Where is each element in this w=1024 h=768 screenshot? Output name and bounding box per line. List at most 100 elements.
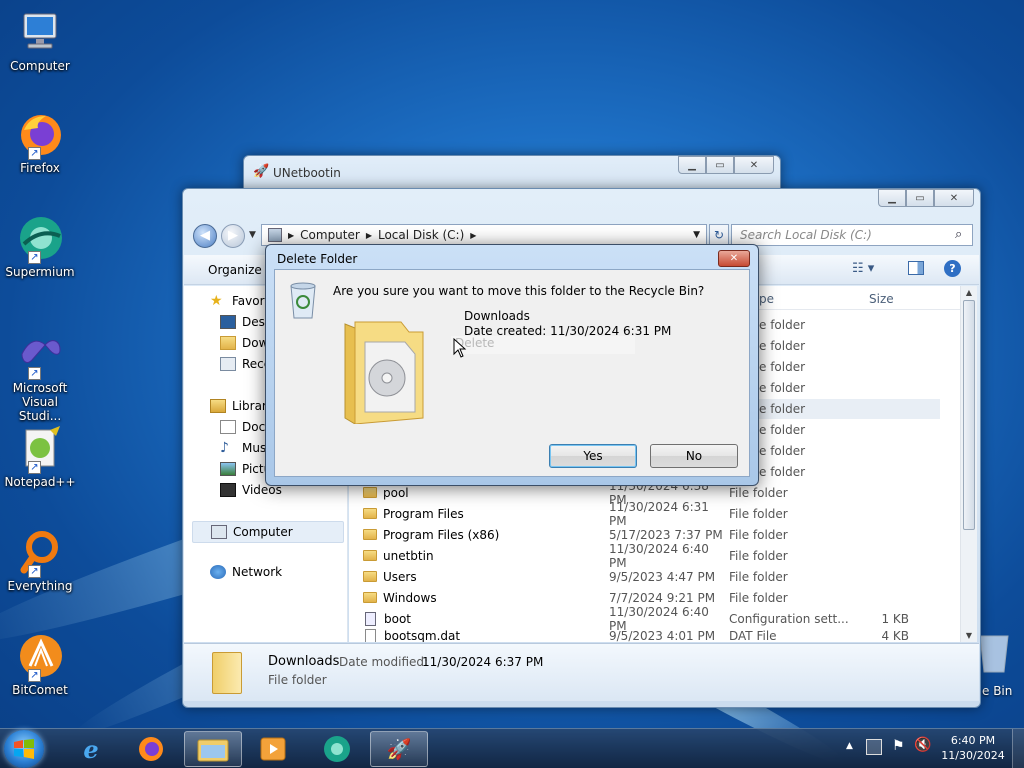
file-name: unetbtin (383, 548, 434, 563)
nav-label: Rece (242, 357, 266, 371)
table-row[interactable]: Users 9/5/2023 4:47 PM File folder (363, 566, 947, 587)
nav-favorites[interactable]: ★ Favori (210, 294, 270, 308)
desktop-icon-everything[interactable]: ↗ Everything (2, 528, 78, 593)
shortcut-arrow-icon: ↗ (28, 147, 41, 160)
row-type-fragment: e folder (759, 339, 806, 353)
file-date: 9/5/2023 4:47 PM (609, 569, 716, 584)
scroll-down-arrow-icon[interactable]: ▼ (961, 631, 977, 640)
maximize-button[interactable]: ▭ (906, 189, 934, 207)
table-row[interactable]: boot 11/30/2024 6:40 PM Configuration sett… (363, 605, 947, 633)
desktop-icon-supermium[interactable]: ↗ Supermium (2, 214, 78, 279)
nav-pictures[interactable]: Pictu (220, 462, 266, 476)
breadcrumb-computer[interactable]: Computer (300, 228, 360, 242)
no-button[interactable]: No (650, 444, 738, 468)
table-row[interactable]: bootsqm.dat 9/5/2023 4:01 PM DAT File 4 KB (363, 629, 947, 642)
forward-button[interactable]: ▶ (221, 224, 245, 248)
icon-label: Supermium (5, 265, 75, 279)
maximize-button[interactable]: ▭ (706, 156, 734, 174)
address-dropdown-icon[interactable]: ▼ (693, 230, 700, 240)
vertical-scrollbar[interactable]: ▲ ▼ (960, 286, 977, 642)
breadcrumb-separator-icon: ▶ (365, 230, 372, 240)
file-name: boot (384, 611, 412, 626)
nav-desktop[interactable]: Desk (220, 315, 266, 329)
recent-pages-dropdown[interactable]: ▼ (249, 230, 256, 240)
show-hidden-icons-button[interactable]: ▲ (846, 741, 853, 751)
file-date: 9/5/2023 4:01 PM (609, 629, 716, 642)
table-row[interactable]: Program Files 11/30/2024 6:31 PM File fold… (363, 500, 947, 528)
taskbar-firefox[interactable] (122, 731, 180, 767)
media-player-icon (260, 737, 286, 761)
documents-icon (220, 420, 236, 434)
supermium-icon (324, 736, 350, 762)
nav-music[interactable]: ♪ Mus (220, 441, 266, 455)
icon-label: BitComet (12, 683, 68, 697)
nav-recent[interactable]: Rece (220, 357, 266, 371)
breadcrumb-local-disk[interactable]: Local Disk (C:) (378, 228, 464, 242)
shortcut-arrow-icon: ↗ (28, 565, 41, 578)
scroll-thumb[interactable] (963, 300, 975, 530)
file-type: DAT File (729, 629, 777, 642)
yes-button[interactable]: Yes (549, 444, 637, 468)
nav-downloads[interactable]: Dow (220, 336, 266, 350)
desktop-icon-bitcomet[interactable]: ↗ BitComet (2, 632, 78, 697)
nav-documents[interactable]: Doc (220, 420, 266, 434)
start-button[interactable] (4, 730, 44, 768)
file-type: Configuration sett... (729, 611, 849, 626)
minimize-button[interactable]: ▁ (678, 156, 706, 174)
unetbootin-title-bar[interactable]: 🚀 UNetbootin ▁ ▭ ✕ (244, 156, 780, 186)
action-center-icon[interactable] (866, 739, 882, 755)
close-button[interactable]: ✕ (734, 156, 774, 174)
taskbar-internet-explorer[interactable]: e (62, 731, 120, 767)
file-size: 4 KB (881, 629, 909, 642)
view-options-icon[interactable]: ☷ ▾ (852, 261, 874, 276)
taskbar-media-player[interactable] (244, 731, 302, 767)
shortcut-arrow-icon: ↗ (28, 251, 41, 264)
column-size[interactable]: Size (869, 292, 894, 306)
desktop-icon-visual-studio[interactable]: ↗ Microsoft Visual Studi... (2, 330, 78, 423)
libraries-icon (210, 399, 226, 413)
row-type-fragment: e folder (759, 360, 806, 374)
clock[interactable]: 6:40 PM 11/30/2024 (936, 733, 1010, 763)
minimize-button[interactable]: ▁ (878, 189, 906, 207)
search-icon: ⌕ (955, 227, 963, 242)
file-type: File folder (729, 485, 788, 500)
help-icon[interactable]: ? (944, 260, 961, 277)
file-date: 7/7/2024 9:21 PM (609, 590, 716, 605)
icon-label: Firefox (20, 161, 60, 175)
delete-folder-dialog[interactable]: Delete Folder ✕ Are you sure you want to… (265, 244, 759, 486)
windows-logo-icon (14, 739, 34, 759)
computer-icon (211, 525, 227, 539)
scroll-up-arrow-icon[interactable]: ▲ (961, 288, 977, 297)
search-input[interactable]: Search Local Disk (C:) (731, 224, 973, 246)
nav-libraries[interactable]: Librari (210, 399, 266, 413)
organize-button[interactable]: Organize ▾ (208, 263, 272, 277)
back-button[interactable]: ◀ (193, 224, 217, 248)
row-type-fragment: e folder (759, 318, 806, 332)
address-bar[interactable]: ▶ Computer ▶ Local Disk (C:) ▶ ▼ (261, 224, 707, 246)
details-pane: Downloads Date modified: 11/30/2024 6:37… (184, 643, 979, 701)
show-desktop-button[interactable] (1012, 729, 1024, 768)
nav-computer[interactable]: Computer (192, 521, 344, 543)
network-status-icon[interactable]: ⚑ (892, 738, 905, 754)
desktop-icon-notepad-plus-plus[interactable]: ↗ Notepad++ (2, 424, 78, 489)
taskbar-unetbootin[interactable]: 🚀 (370, 731, 428, 767)
internet-explorer-icon: e (83, 734, 99, 764)
item-name: Downloads (464, 309, 530, 323)
preview-pane-icon[interactable] (908, 261, 924, 275)
explorer-title-bar[interactable]: ▁ ▭ ✕ (183, 189, 980, 219)
nav-network[interactable]: Network (210, 565, 310, 579)
pictures-icon (220, 462, 236, 476)
refresh-button[interactable]: ↻ (709, 224, 729, 246)
table-row[interactable]: unetbtin 11/30/2024 6:40 PM File folder (363, 542, 947, 570)
close-button[interactable]: ✕ (934, 189, 974, 207)
close-button[interactable]: ✕ (718, 250, 750, 267)
desktop-icon-computer[interactable]: Computer (2, 8, 78, 73)
computer-icon (16, 8, 64, 56)
column-type[interactable]: pe (759, 292, 774, 306)
taskbar-windows-explorer[interactable] (184, 731, 242, 767)
taskbar-supermium[interactable] (308, 731, 366, 767)
desktop-icon-firefox[interactable]: ↗ Firefox (2, 110, 78, 175)
volume-muted-icon[interactable]: 🔇 (914, 737, 931, 753)
details-modified-label: Date modified: (339, 655, 429, 669)
file-type: File folder (729, 590, 788, 605)
